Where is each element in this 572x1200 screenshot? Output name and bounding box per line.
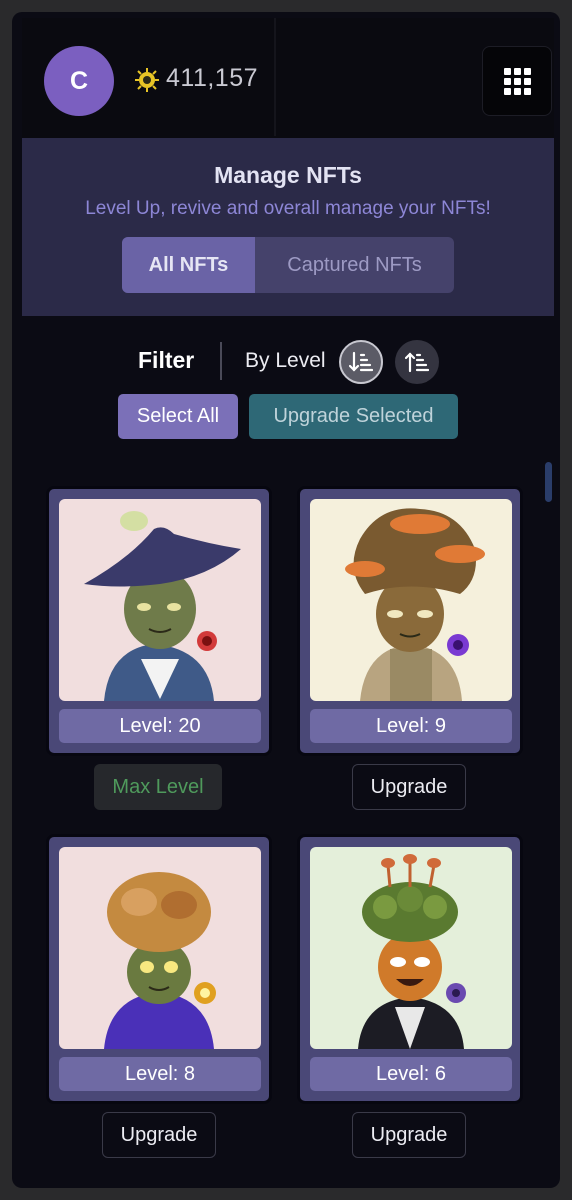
- upgrade-button[interactable]: Upgrade: [102, 1112, 216, 1158]
- nft-image: [310, 847, 512, 1049]
- upgrade-selected-button[interactable]: Upgrade Selected: [249, 394, 458, 439]
- nft-image: [310, 499, 512, 701]
- page-subtitle: Level Up, revive and overall manage your…: [85, 198, 491, 219]
- token-balance: 411,157: [166, 64, 259, 92]
- app-frame: C 411,157 Manage NFTs Level Up, revive a…: [12, 12, 560, 1188]
- sort-label: By Level: [245, 349, 326, 372]
- tab-captured-nfts[interactable]: Captured NFTs: [255, 237, 454, 293]
- level-badge: Level: 9: [310, 709, 512, 743]
- sort-descending-icon: [349, 351, 373, 372]
- nft-card[interactable]: Level: 6: [297, 834, 523, 1104]
- level-badge: Level: 20: [59, 709, 261, 743]
- top-bar: C 411,157: [22, 18, 554, 142]
- nft-card[interactable]: Level: 20: [46, 486, 272, 756]
- level-badge: Level: 6: [310, 1057, 512, 1091]
- sort-descending-button[interactable]: [339, 340, 383, 384]
- mushroom-character-icon: [104, 872, 216, 1049]
- filter-label: Filter: [138, 347, 195, 373]
- gold-token-icon: [135, 68, 159, 92]
- header-divider: [274, 18, 276, 136]
- nft-image: [59, 499, 261, 701]
- mushroom-character-icon: [358, 854, 466, 1049]
- nft-card[interactable]: Level: 8: [46, 834, 272, 1104]
- scrollbar-thumb[interactable]: [545, 462, 552, 502]
- manage-nfts-panel: Manage NFTs Level Up, revive and overall…: [22, 138, 554, 316]
- max-level-button: Max Level: [94, 764, 222, 810]
- select-all-button[interactable]: Select All: [118, 394, 238, 439]
- mushroom-character-icon: [84, 511, 241, 701]
- page-title: Manage NFTs: [214, 162, 362, 188]
- mushroom-character-icon: [345, 508, 485, 701]
- nft-card[interactable]: Level: 9: [297, 486, 523, 756]
- tab-all-nfts[interactable]: All NFTs: [122, 237, 255, 293]
- avatar[interactable]: C: [44, 46, 114, 116]
- nft-tabs: All NFTs Captured NFTs: [122, 237, 454, 293]
- nft-image: [59, 847, 261, 1049]
- level-badge: Level: 8: [59, 1057, 261, 1091]
- menu-button[interactable]: [482, 46, 552, 116]
- upgrade-button[interactable]: Upgrade: [352, 764, 466, 810]
- filter-divider: [220, 342, 222, 380]
- sort-ascending-icon: [405, 352, 429, 373]
- grid-menu-icon: [503, 67, 531, 95]
- upgrade-button[interactable]: Upgrade: [352, 1112, 466, 1158]
- sort-ascending-button[interactable]: [395, 340, 439, 384]
